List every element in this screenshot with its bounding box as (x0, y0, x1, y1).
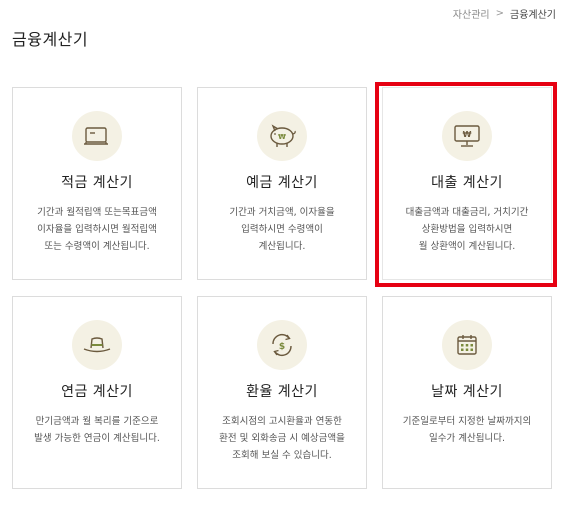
hat-icon (72, 320, 122, 370)
breadcrumb-separator: > (495, 8, 504, 19)
exchange-rate-calculator-card[interactable]: $ 환율 계산기 조회시점의 고시환율과 연동한 환전 및 외화송금 시 예상금… (197, 296, 367, 489)
currency-exchange-icon: $ (257, 320, 307, 370)
card-description: 대출금액과 대출금리, 거치기간 상환방법을 입력하시면 월 상환액이 계산됩니… (405, 207, 529, 252)
calendar-icon (442, 320, 492, 370)
card-title: 연금 계산기 (61, 384, 133, 400)
date-calculator-card[interactable]: 날짜 계산기 기준일로부터 지정한 날짜까지의 일수가 계산됩니다. (382, 296, 552, 489)
page-title: 금융계산기 (12, 30, 89, 49)
svg-text:₩: ₩ (278, 133, 286, 141)
calendar-card-icon (72, 111, 122, 161)
loan-calculator-card[interactable]: ₩ 대출 계산기 대출금액과 대출금리, 거치기간 상환방법을 입력하시면 월 … (382, 87, 552, 280)
breadcrumb-current: 금융계산기 (510, 10, 556, 21)
card-description: 조회시점의 고시환율과 연동한 환전 및 외화송금 시 예상금액을 조회해 보실… (219, 416, 345, 461)
card-description: 기간과 월적립액 또는목표금액 이자율을 입력하시면 월적립액 또는 수령액이 … (37, 207, 157, 252)
card-title: 예금 계산기 (246, 175, 318, 191)
breadcrumb-parent-link[interactable]: 자산관리 (453, 6, 490, 21)
breadcrumb: 자산관리 > 금융계산기 (453, 6, 556, 21)
svg-text:₩: ₩ (463, 130, 472, 139)
savings-calculator-card[interactable]: 적금 계산기 기간과 월적립액 또는목표금액 이자율을 입력하시면 월적립액 또… (12, 87, 182, 280)
piggy-bank-icon: ₩ (257, 111, 307, 161)
card-title: 날짜 계산기 (431, 384, 503, 400)
card-title: 적금 계산기 (61, 175, 133, 191)
pension-calculator-card[interactable]: 연금 계산기 만기금액과 월 복리를 기준으로 발생 가능한 연금이 계산됩니다… (12, 296, 182, 489)
monitor-won-icon: ₩ (442, 111, 492, 161)
card-description: 기준일로부터 지정한 날짜까지의 일수가 계산됩니다. (402, 416, 532, 444)
card-title: 환율 계산기 (246, 384, 318, 400)
svg-text:$: $ (279, 342, 285, 352)
card-description: 기간과 거치금액, 이자율을 입력하시면 수령액이 계산됩니다. (229, 207, 335, 252)
card-description: 만기금액과 월 복리를 기준으로 발생 가능한 연금이 계산됩니다. (34, 416, 160, 444)
card-title: 대출 계산기 (431, 175, 503, 191)
deposit-calculator-card[interactable]: ₩ 예금 계산기 기간과 거치금액, 이자율을 입력하시면 수령액이 계산됩니다… (197, 87, 367, 280)
